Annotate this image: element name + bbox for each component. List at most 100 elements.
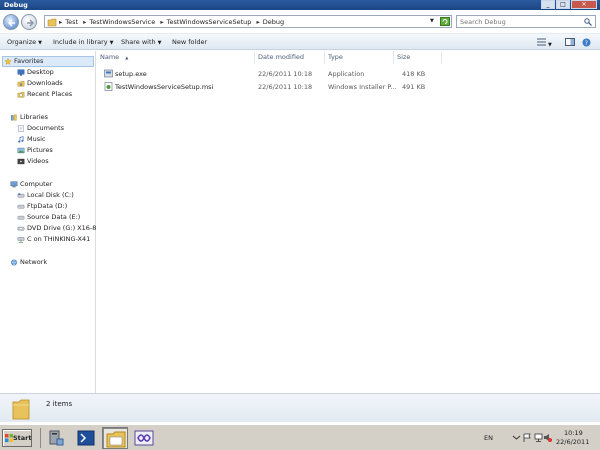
column-header-name[interactable]: Name ▲ [97,51,255,64]
nav-favorites[interactable]: Favorites [4,56,43,66]
back-button[interactable] [3,14,19,30]
videos-icon [17,158,25,164]
file-date: 22/6/2011 10:18 [258,83,313,91]
svg-text:?: ? [585,40,588,47]
system-tray: EN 10:19 22/6/2011 [478,428,598,448]
pictures-icon [17,147,25,153]
column-type-label: Type [328,53,343,61]
breadcrumb-separator[interactable]: ▸ [160,18,163,26]
nav-item-label: Recent Places [27,90,73,98]
address-bar[interactable]: ▸ Test ▸ TestWindowsService ▸ TestWindowsSe… [44,15,452,28]
nav-item-source-data[interactable]: Source Data (E:) [17,212,80,222]
nav-item-videos[interactable]: Videos [17,156,49,166]
nav-item-pictures[interactable]: Pictures [17,145,53,155]
help-icon: ? [582,38,591,47]
nav-network[interactable]: Network [10,257,47,267]
msi-icon [104,82,113,91]
breadcrumb-separator[interactable]: ▸ [256,18,259,26]
search-box[interactable] [456,15,596,28]
address-row: ▸ Test ▸ TestWindowsService ▸ TestWindowsSe… [0,10,600,32]
chevron-down-icon: ▼ [157,40,162,46]
search-icon[interactable] [584,18,592,26]
nav-item-downloads[interactable]: Downloads [17,78,63,88]
file-type: Application [328,70,365,78]
organize-label: Organize [7,38,37,46]
minimize-button[interactable]: _ [541,0,555,9]
column-header-type[interactable]: Type [325,51,394,64]
file-list[interactable]: Name ▲ Date modified Type Size setup.exe… [97,51,600,393]
nav-libraries[interactable]: Libraries [10,112,48,122]
organize-menu[interactable]: Organize ▼ [7,38,42,46]
preview-pane-button[interactable] [565,38,575,48]
taskbar: Start EN 10:19 22/6/2011 [0,424,600,450]
flag-icon[interactable] [523,433,532,442]
breadcrumb-test[interactable]: Test [65,18,78,26]
nav-item-label: C on THINKING-X41 [27,235,91,243]
share-label: Share with [121,38,156,46]
nav-item-ftpdata[interactable]: FtpData (D:) [17,201,67,211]
downloads-icon [17,80,25,87]
clock-time[interactable]: 10:19 [564,429,583,437]
nav-item-network-drive[interactable]: C on THINKING-X41 [17,234,90,244]
libraries-icon [11,114,17,120]
nav-item-documents[interactable]: Documents [17,123,64,133]
breadcrumb-setup[interactable]: TestWindowsServiceSetup [167,18,252,26]
network-tray-icon[interactable] [534,433,543,442]
nav-item-local-disk[interactable]: Local Disk (C:) [17,190,74,200]
new-folder-button[interactable]: New folder [172,38,207,46]
nav-item-label: DVD Drive (G:) X16-8 [27,224,97,232]
chevron-down-icon: ▼ [548,42,552,48]
hard-drive-icon [17,204,25,208]
forward-button[interactable] [21,14,37,30]
nav-favorites-label: Favorites [14,57,44,65]
file-date: 22/6/2011 10:18 [258,70,313,78]
visual-studio-button[interactable] [134,428,156,448]
view-details-icon [537,38,546,46]
nav-item-recent-places[interactable]: Recent Places [17,89,72,99]
column-header-size[interactable]: Size [394,51,442,64]
search-input[interactable] [460,16,584,27]
help-button[interactable]: ? [582,38,591,49]
sort-up-icon: ▲ [125,55,129,60]
refresh-icon[interactable] [440,17,450,26]
tray-expand-icon[interactable] [512,433,521,442]
hard-drive-icon [17,215,25,219]
volume-muted-icon[interactable] [543,433,552,442]
nav-computer[interactable]: Computer [10,179,52,189]
clock-date[interactable]: 22/6/2011 [556,438,589,446]
nav-item-label: Documents [27,124,65,132]
explorer-button[interactable] [102,427,128,449]
nav-item-dvd-drive[interactable]: DVD Drive (G:) X16-8 [17,223,96,233]
nav-item-desktop[interactable]: Desktop [17,67,54,77]
maximize-button[interactable]: □ [556,0,570,9]
network-icon [11,259,17,265]
window-title: Debug [4,1,28,9]
file-row[interactable]: setup.exe 22/6/2011 10:18 Application 41… [100,68,425,81]
forward-arrow-icon [27,19,35,27]
chevron-down-icon[interactable]: ▼ [430,18,434,24]
breadcrumb-debug[interactable]: Debug [263,18,284,26]
column-header-date[interactable]: Date modified [255,51,325,64]
close-button[interactable]: ✕ [571,0,597,9]
nav-libraries-label: Libraries [20,113,49,121]
include-in-library-menu[interactable]: Include in library ▼ [53,38,114,46]
powershell-button[interactable] [76,428,98,448]
language-indicator[interactable]: EN [484,434,493,442]
chevron-down-icon: ▼ [109,40,114,46]
breadcrumb-testwindowsservice[interactable]: TestWindowsService [89,18,155,26]
documents-icon [18,124,24,132]
breadcrumb-separator[interactable]: ▸ [83,18,86,26]
nav-item-music[interactable]: Music [17,134,46,144]
title-bar[interactable]: Debug _ □ ✕ [0,0,600,10]
nav-computer-label: Computer [20,180,53,188]
file-row[interactable]: TestWindowsServiceSetup.msi 22/6/2011 10… [100,81,425,94]
dvd-drive-icon [17,226,25,230]
view-options-button[interactable]: ▼ [537,38,552,48]
nav-item-label: Downloads [27,79,63,87]
nav-item-label: Desktop [27,68,54,76]
share-with-menu[interactable]: Share with ▼ [121,38,161,46]
music-icon [18,135,24,143]
installer-icon [104,69,113,78]
server-manager-button[interactable] [46,428,68,448]
start-button[interactable]: Start [2,429,32,447]
